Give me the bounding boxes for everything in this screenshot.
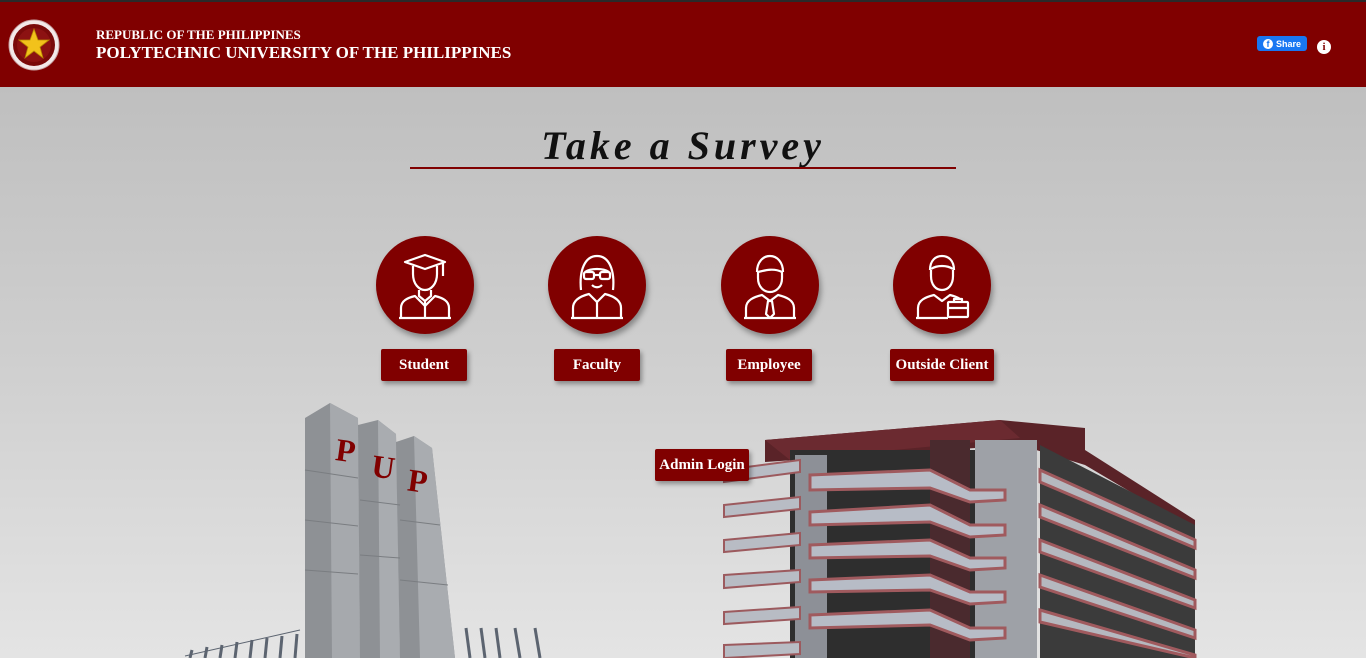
site-header: REPUBLIC OF THE PHILIPPINES POLYTECHNIC … [0, 2, 1366, 87]
outside-client-button[interactable]: Outside Client [890, 349, 994, 381]
pup-monument [304, 403, 455, 658]
university-seal-logo [8, 19, 60, 71]
facebook-icon: f [1262, 38, 1273, 49]
faculty-avatar-button[interactable] [548, 236, 646, 334]
university-building [723, 420, 1197, 658]
employee-icon [744, 254, 796, 320]
student-button[interactable]: Student [381, 349, 467, 381]
student-avatar-button[interactable] [376, 236, 474, 334]
admin-login-button[interactable]: Admin Login [655, 449, 749, 481]
faculty-button[interactable]: Faculty [554, 349, 640, 381]
employee-avatar-button[interactable] [721, 236, 819, 334]
info-icon[interactable]: i [1317, 40, 1331, 54]
employee-button[interactable]: Employee [726, 349, 812, 381]
university-name: POLYTECHNIC UNIVERSITY OF THE PHILIPPINE… [96, 43, 512, 62]
outside-client-avatar-button[interactable] [893, 236, 991, 334]
title-underline [410, 167, 956, 169]
page-title: Take a Survey [541, 123, 825, 168]
graduate-icon [399, 253, 451, 320]
facebook-share-button[interactable]: f Share [1257, 36, 1307, 51]
share-label: Share [1275, 38, 1301, 49]
faculty-woman-icon [571, 254, 623, 320]
campus-illustration: P U P [184, 403, 1197, 658]
republic-label: REPUBLIC OF THE PHILIPPINES [96, 27, 301, 42]
client-briefcase-icon [916, 254, 970, 320]
